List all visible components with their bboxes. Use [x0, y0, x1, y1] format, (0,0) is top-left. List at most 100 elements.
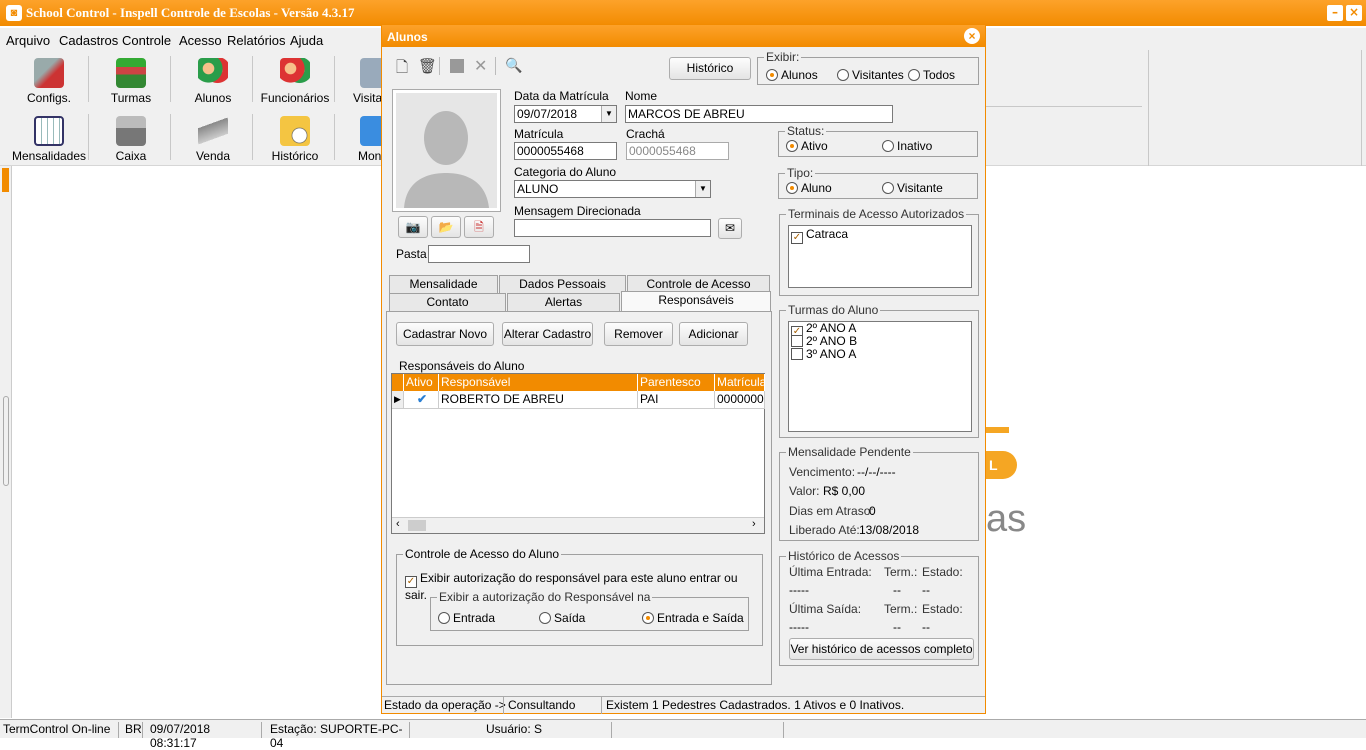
exibir-group: Exibir: Alunos Visitantes Todos	[757, 50, 979, 85]
nome-input[interactable]: MARCOS DE ABREU	[625, 105, 893, 123]
new-record-icon[interactable]: 🗋	[396, 57, 408, 82]
close-button[interactable]: ×	[1346, 5, 1362, 21]
toolbar-venda-button[interactable]: Venda	[174, 112, 252, 164]
print-preview-icon[interactable]: 🔍	[505, 57, 522, 74]
dialog-close-icon[interactable]: ×	[964, 28, 980, 44]
menu-arquivo[interactable]: Arquivo	[6, 33, 50, 48]
grid-cell-responsavel[interactable]: ROBERTO DE ABREU	[439, 391, 638, 409]
grid-cell-parentesco[interactable]: PAI	[638, 391, 715, 409]
save-icon[interactable]	[450, 59, 464, 73]
controle-acesso-group: Controle de Acesso do Aluno ✓ Exibir auto…	[396, 547, 763, 646]
exibir-alunos-radio[interactable]: Alunos	[766, 68, 818, 82]
historico-button[interactable]: Histórico	[669, 57, 751, 80]
grid-header-ativo[interactable]: Ativo	[404, 374, 439, 391]
minimize-button[interactable]: –	[1327, 5, 1343, 21]
toolbar-historico-button[interactable]: Histórico	[256, 112, 334, 164]
camera-button[interactable]: 📷	[398, 216, 428, 238]
alunos-dialog: Alunos × 🗋 🗑 ✕ 🔍 Histórico Exibir: Aluno…	[381, 24, 986, 714]
toolbar-monitor-button[interactable]: Mon	[338, 112, 382, 164]
send-message-button[interactable]: ✉	[718, 218, 742, 239]
exibir-visitantes-radio[interactable]: Visitantes	[837, 68, 904, 82]
chevron-down-icon[interactable]: ▼	[695, 181, 710, 197]
autorizacao-entrada-radio[interactable]: Entrada	[438, 611, 495, 625]
app-title-bar: ◙ School Control - Inspell Controle de E…	[0, 0, 1366, 26]
menu-acesso[interactable]: Acesso	[179, 33, 222, 48]
status-datetime: 09/07/2018 08:31:17	[150, 722, 262, 750]
employees-icon	[280, 58, 310, 88]
tipo-aluno-radio[interactable]: Aluno	[786, 181, 832, 195]
toolbar-turmas-button[interactable]: Turmas	[92, 54, 170, 106]
status-connection: TermControl On-line	[3, 722, 119, 738]
dialog-status-bar: Estado da operação -> Consultando Existe…	[382, 696, 985, 714]
pasta-input[interactable]	[428, 245, 530, 263]
dias-atraso-value: 0	[869, 504, 876, 518]
scroll-thumb[interactable]	[408, 520, 426, 531]
turma-3-ano-a-checkbox[interactable]: 3º ANO A	[791, 348, 856, 361]
tab-responsaveis[interactable]: Responsáveis	[621, 291, 771, 312]
toolbar-funcionarios-button[interactable]: Funcionários	[256, 54, 334, 106]
cracha-input[interactable]: 0000055468	[626, 142, 729, 160]
data-matricula-input[interactable]: 09/07/2018 ▼	[514, 105, 617, 123]
folder-clock-icon	[280, 116, 310, 146]
status-station: Estação: SUPORTE-PC-04	[270, 722, 410, 750]
grid-header-matricula[interactable]: Matrícula	[715, 374, 765, 391]
delete-icon[interactable]: 🗑	[418, 57, 437, 75]
status-language: BR	[125, 722, 143, 738]
books-icon	[116, 58, 146, 88]
cash-register-icon	[116, 116, 146, 146]
chevron-down-icon[interactable]: ▼	[601, 106, 616, 122]
grid-header-responsavel[interactable]: Responsável	[439, 374, 638, 391]
grid-header-parentesco[interactable]: Parentesco	[638, 374, 715, 391]
app-icon: ◙	[6, 5, 22, 21]
cadastrar-novo-button[interactable]: Cadastrar Novo	[396, 322, 494, 346]
exibir-todos-radio[interactable]: Todos	[908, 68, 955, 82]
cracha-label: Crachá	[626, 127, 665, 141]
panel-splitter-handle[interactable]	[3, 396, 9, 486]
scroll-right-icon[interactable]: ›	[752, 518, 756, 530]
grid-cell-matricula[interactable]: 00000000	[715, 391, 765, 409]
toolbar-alunos-button[interactable]: Alunos	[174, 54, 252, 106]
menu-controle[interactable]: Controle	[122, 33, 171, 48]
row-indicator-icon: ▶	[392, 391, 404, 409]
menu-relatorios[interactable]: Relatórios	[227, 33, 286, 48]
alterar-cadastro-button[interactable]: Alterar Cadastro	[502, 322, 593, 346]
status-inativo-radio[interactable]: Inativo	[882, 139, 932, 153]
terminal-catraca-checkbox[interactable]: ✓ Catraca	[791, 227, 848, 244]
autorizacao-saida-radio[interactable]: Saída	[539, 611, 585, 625]
mensagem-input[interactable]	[514, 219, 711, 237]
folder-icon: 📂	[438, 220, 454, 234]
terminais-group: Terminais de Acesso Autorizados ✓ Catraca	[779, 207, 979, 296]
remover-button[interactable]: Remover	[604, 322, 673, 346]
grid-horizontal-scrollbar[interactable]: ‹ ›	[392, 517, 764, 533]
toolbar-caixa-button[interactable]: Caixa	[92, 112, 170, 164]
tab-dados-pessoais[interactable]: Dados Pessoais	[499, 275, 626, 293]
scroll-left-icon[interactable]: ‹	[396, 518, 400, 530]
toolbar-configs-button[interactable]: Configs.	[10, 54, 88, 106]
menu-ajuda[interactable]: Ajuda	[290, 33, 323, 48]
open-photo-button[interactable]: 📂	[431, 216, 461, 238]
autorizacao-entrada-saida-radio[interactable]: Entrada e Saída	[642, 611, 744, 625]
adicionar-button[interactable]: Adicionar	[679, 322, 748, 346]
tab-contato[interactable]: Contato	[389, 293, 506, 311]
estado-operacao-value: Consultando	[508, 698, 576, 712]
status-ativo-radio[interactable]: Ativo	[786, 139, 828, 153]
historico-acessos-group: Histórico de Acessos Última Entrada: Ter…	[779, 549, 979, 666]
grid-cell-ativo[interactable]: ✔	[404, 391, 439, 409]
tipo-visitante-radio[interactable]: Visitante	[882, 181, 943, 195]
app-title: School Control - Inspell Controle de Esc…	[26, 5, 355, 20]
left-panel-strip	[0, 166, 12, 718]
remove-photo-button[interactable]: 🗎	[464, 216, 494, 238]
visitor-icon	[360, 58, 382, 88]
liberado-ate-value: 13/08/2018	[859, 523, 920, 537]
tab-alertas[interactable]: Alertas	[507, 293, 620, 311]
background-logo-text: as	[986, 498, 1027, 540]
categoria-select[interactable]: ALUNO ▼	[514, 180, 711, 198]
cancel-icon[interactable]: ✕	[474, 56, 487, 76]
matricula-input[interactable]: 0000055468	[514, 142, 617, 160]
menu-cadastros[interactable]: Cadastros	[59, 33, 118, 48]
toolbar-mensalidades-button[interactable]: Mensalidades	[10, 112, 88, 164]
tab-mensalidade[interactable]: Mensalidade	[389, 275, 498, 293]
ver-historico-button[interactable]: Ver histórico de acessos completo	[789, 638, 974, 660]
dialog-title-bar: Alunos ×	[382, 25, 985, 47]
toolbar-visitantes-button[interactable]: Visita	[338, 54, 382, 106]
